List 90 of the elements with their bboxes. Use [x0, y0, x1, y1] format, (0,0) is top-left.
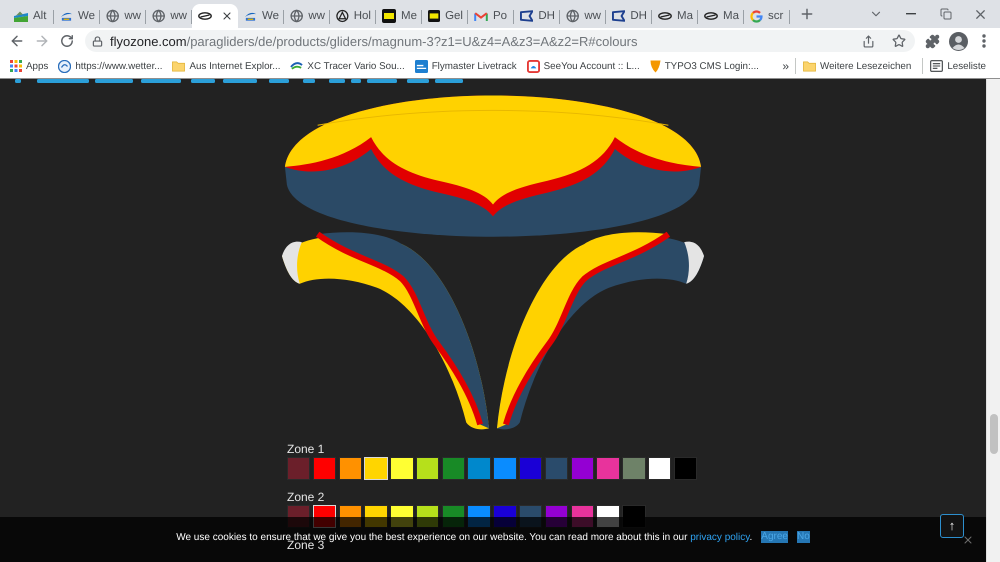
globe-icon — [152, 9, 166, 23]
color-swatch[interactable] — [622, 457, 646, 480]
zone-label: Zone 2 — [287, 490, 324, 503]
close-icon — [962, 534, 974, 546]
flag-logo-icon — [520, 10, 534, 22]
restore-icon — [940, 8, 952, 20]
color-swatch[interactable] — [648, 457, 672, 480]
square-logo-icon — [526, 60, 540, 72]
bookmark-item[interactable]: Apps — [8, 55, 50, 77]
bookmark-item[interactable]: Weitere Lesezeichen — [801, 55, 914, 77]
square-logo-icon — [382, 9, 396, 23]
bookmark-item[interactable]: https://www.wetter... — [56, 55, 164, 77]
close-icon[interactable] — [221, 10, 233, 22]
browser-tab[interactable] — [192, 4, 238, 28]
color-swatch[interactable] — [467, 457, 491, 480]
lock-icon — [92, 36, 103, 46]
wing-logo-icon — [60, 10, 73, 22]
close-button[interactable] — [962, 534, 974, 546]
browser-tab[interactable]: Me — [376, 4, 422, 28]
bookmark-item[interactable]: Aus Internet Explor... — [170, 55, 282, 77]
apps-grid-icon — [10, 60, 22, 72]
oval-logo-icon — [704, 12, 718, 20]
url-text: flyozone.com/paragliders/de/products/gliders/magnum-3?z1=U&z4=A&z3=A&z2=R#colours — [110, 34, 639, 48]
puzzle-icon — [924, 34, 940, 48]
back-to-top-button[interactable]: ↑ — [940, 514, 964, 538]
color-swatch[interactable] — [570, 457, 594, 480]
color-swatch[interactable] — [442, 457, 466, 480]
square-logo-icon — [428, 9, 440, 23]
browser-tab[interactable]: DH — [514, 4, 560, 28]
g-logo-icon — [750, 10, 763, 22]
tile-logo-icon — [414, 60, 428, 72]
bookmark-item[interactable]: SeeYou Account :: L... — [524, 55, 642, 77]
browser-tab[interactable]: Gel — [422, 4, 468, 28]
bookmark-item[interactable]: XC Tracer Vario Sou... — [288, 55, 407, 77]
browser-tab[interactable]: ww — [284, 4, 330, 28]
envelope-logo-icon — [474, 10, 488, 22]
shield-logo-icon — [650, 60, 661, 72]
zone-label: Zone 1 — [287, 443, 324, 455]
browser-tab[interactable]: ww — [146, 4, 192, 28]
browser-tab[interactable]: DH — [606, 4, 652, 28]
browser-tab[interactable]: Alt — [8, 4, 54, 28]
address-bar[interactable]: flyozone.com/paragliders/de/products/gliders/magnum-3?z1=U&z4=A&z3=A&z2=R#colours — [85, 30, 915, 52]
scrollbar-thumb[interactable] — [990, 414, 998, 454]
globe-icon — [566, 9, 580, 23]
scrollbar[interactable] — [986, 79, 1000, 562]
browser-tab[interactable]: We — [238, 4, 284, 28]
minimize-icon — [906, 13, 916, 15]
browser-tab[interactable]: Ma — [698, 4, 744, 28]
share-icon — [862, 34, 874, 48]
color-swatch[interactable] — [287, 457, 310, 480]
browser-tab[interactable]: ww — [100, 4, 146, 28]
circle-logo-icon — [58, 60, 72, 72]
color-swatch[interactable] — [519, 457, 542, 480]
reading-list-icon — [930, 60, 944, 72]
forward-arrow-icon — [34, 33, 50, 49]
folder-icon — [172, 60, 186, 72]
color-swatch[interactable] — [416, 457, 440, 480]
oval-logo-icon — [198, 12, 212, 20]
folder-icon — [803, 60, 816, 72]
bookmark-item[interactable]: Flymaster Livetrack — [412, 55, 519, 77]
browser-tab[interactable]: Po — [468, 4, 514, 28]
privacy-policy-link[interactable]: privacy policy — [690, 532, 750, 542]
flag-logo-icon — [612, 10, 626, 22]
browser-tab[interactable]: Hol — [330, 4, 376, 28]
reload-icon — [60, 34, 74, 48]
landscape-logo-icon — [14, 10, 28, 22]
bookmark-item[interactable]: Leseliste — [928, 55, 988, 77]
wing-logo-icon — [244, 10, 257, 22]
more-bookmarks-button[interactable]: » — [779, 55, 792, 77]
color-swatch[interactable] — [544, 457, 568, 480]
globe-icon — [106, 9, 120, 23]
color-swatch[interactable] — [596, 457, 620, 480]
star-icon — [892, 34, 906, 48]
browser-tab[interactable]: We — [54, 4, 100, 28]
globe-icon — [290, 9, 304, 23]
color-swatch[interactable] — [312, 457, 336, 480]
browser-tab[interactable]: ww — [560, 4, 606, 28]
triangle-ring-icon — [336, 9, 349, 23]
browser-tab[interactable]: scr — [744, 4, 790, 28]
browser-tab[interactable]: Ma — [652, 4, 698, 28]
oval-logo-icon — [658, 12, 672, 20]
avatar-icon — [948, 32, 968, 50]
swoosh-logo-icon — [290, 61, 304, 71]
bookmark-item[interactable]: TYPO3 CMS Login:... — [648, 55, 761, 77]
color-swatch[interactable] — [338, 457, 362, 480]
color-swatch[interactable] — [390, 457, 414, 480]
plus-icon — [799, 6, 815, 22]
color-swatch[interactable] — [493, 457, 517, 480]
color-swatch[interactable] — [674, 457, 698, 480]
menu-icon — [982, 34, 986, 48]
